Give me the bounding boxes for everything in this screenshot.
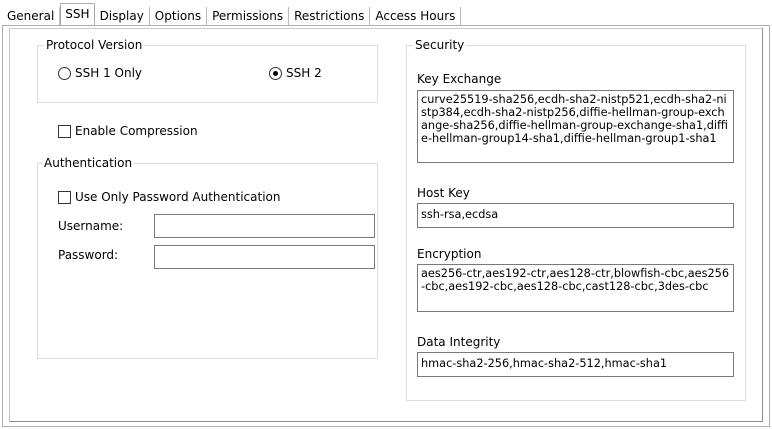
protocol-version-legend: Protocol Version [44, 37, 145, 53]
tab-access-hours[interactable]: Access Hours [370, 7, 462, 25]
password-only-label: Use Only Password Authentication [75, 190, 281, 204]
password-label: Password: [58, 248, 119, 262]
security-legend: Security [413, 37, 467, 53]
encryption-label: Encryption [417, 247, 482, 261]
tab-ssh[interactable]: SSH [60, 3, 95, 25]
password-only-checkbox[interactable]: Use Only Password Authentication [58, 190, 281, 204]
tab-general[interactable]: General [2, 7, 61, 25]
host-key-value: ssh-rsa,ecdsa [421, 208, 499, 221]
tab-options[interactable]: Options [150, 7, 208, 25]
encryption-value: aes256-ctr,aes192-ctr,aes128-ctr,blowfis… [421, 267, 730, 293]
tab-restrictions[interactable]: Restrictions [289, 7, 371, 25]
tab-permissions[interactable]: Permissions [207, 7, 290, 25]
ssh2-radio[interactable]: SSH 2 [269, 66, 322, 80]
encryption-textarea[interactable]: aes256-ctr,aes192-ctr,aes128-ctr,blowfis… [417, 264, 734, 312]
authentication-group: Authentication Use Only Password Authent… [37, 155, 378, 359]
enable-compression-checkbox[interactable]: Enable Compression [58, 124, 198, 138]
key-exchange-value: curve25519-sha256,ecdh-sha2-nistp521,ecd… [421, 93, 728, 145]
tab-strip: General SSH Display Options Permissions … [2, 3, 462, 25]
ssh2-radio-label: SSH 2 [286, 66, 322, 80]
username-label: Username: [58, 219, 124, 233]
key-exchange-textarea[interactable]: curve25519-sha256,ecdh-sha2-nistp521,ecd… [417, 90, 734, 163]
ssh1-radio-label: SSH 1 Only [75, 66, 143, 80]
ssh1-radio-indicator[interactable] [58, 66, 71, 80]
host-key-label: Host Key [417, 186, 470, 200]
host-key-field[interactable]: ssh-rsa,ecdsa [417, 203, 734, 228]
ssh1-radio[interactable]: SSH 1 Only [58, 66, 142, 80]
enable-compression-box[interactable] [58, 124, 71, 138]
data-integrity-value: hmac-sha2-256,hmac-sha2-512,hmac-sha1 [421, 357, 668, 370]
authentication-legend: Authentication [42, 155, 135, 171]
data-integrity-field[interactable]: hmac-sha2-256,hmac-sha2-512,hmac-sha1 [417, 352, 734, 377]
ssh-tab-panel: Protocol Version SSH 1 Only SSH 2 Enable… [2, 25, 770, 427]
enable-compression-label: Enable Compression [75, 124, 198, 138]
ssh2-radio-indicator[interactable] [269, 66, 282, 80]
protocol-version-group: Protocol Version SSH 1 Only SSH 2 [37, 37, 378, 103]
data-integrity-label: Data Integrity [417, 335, 501, 349]
password-field[interactable] [154, 245, 375, 269]
username-field[interactable] [154, 214, 375, 238]
key-exchange-label: Key Exchange [417, 72, 502, 86]
security-group: Security Key Exchange curve25519-sha256,… [406, 37, 746, 401]
password-only-box[interactable] [58, 190, 71, 204]
tab-display[interactable]: Display [95, 7, 150, 25]
